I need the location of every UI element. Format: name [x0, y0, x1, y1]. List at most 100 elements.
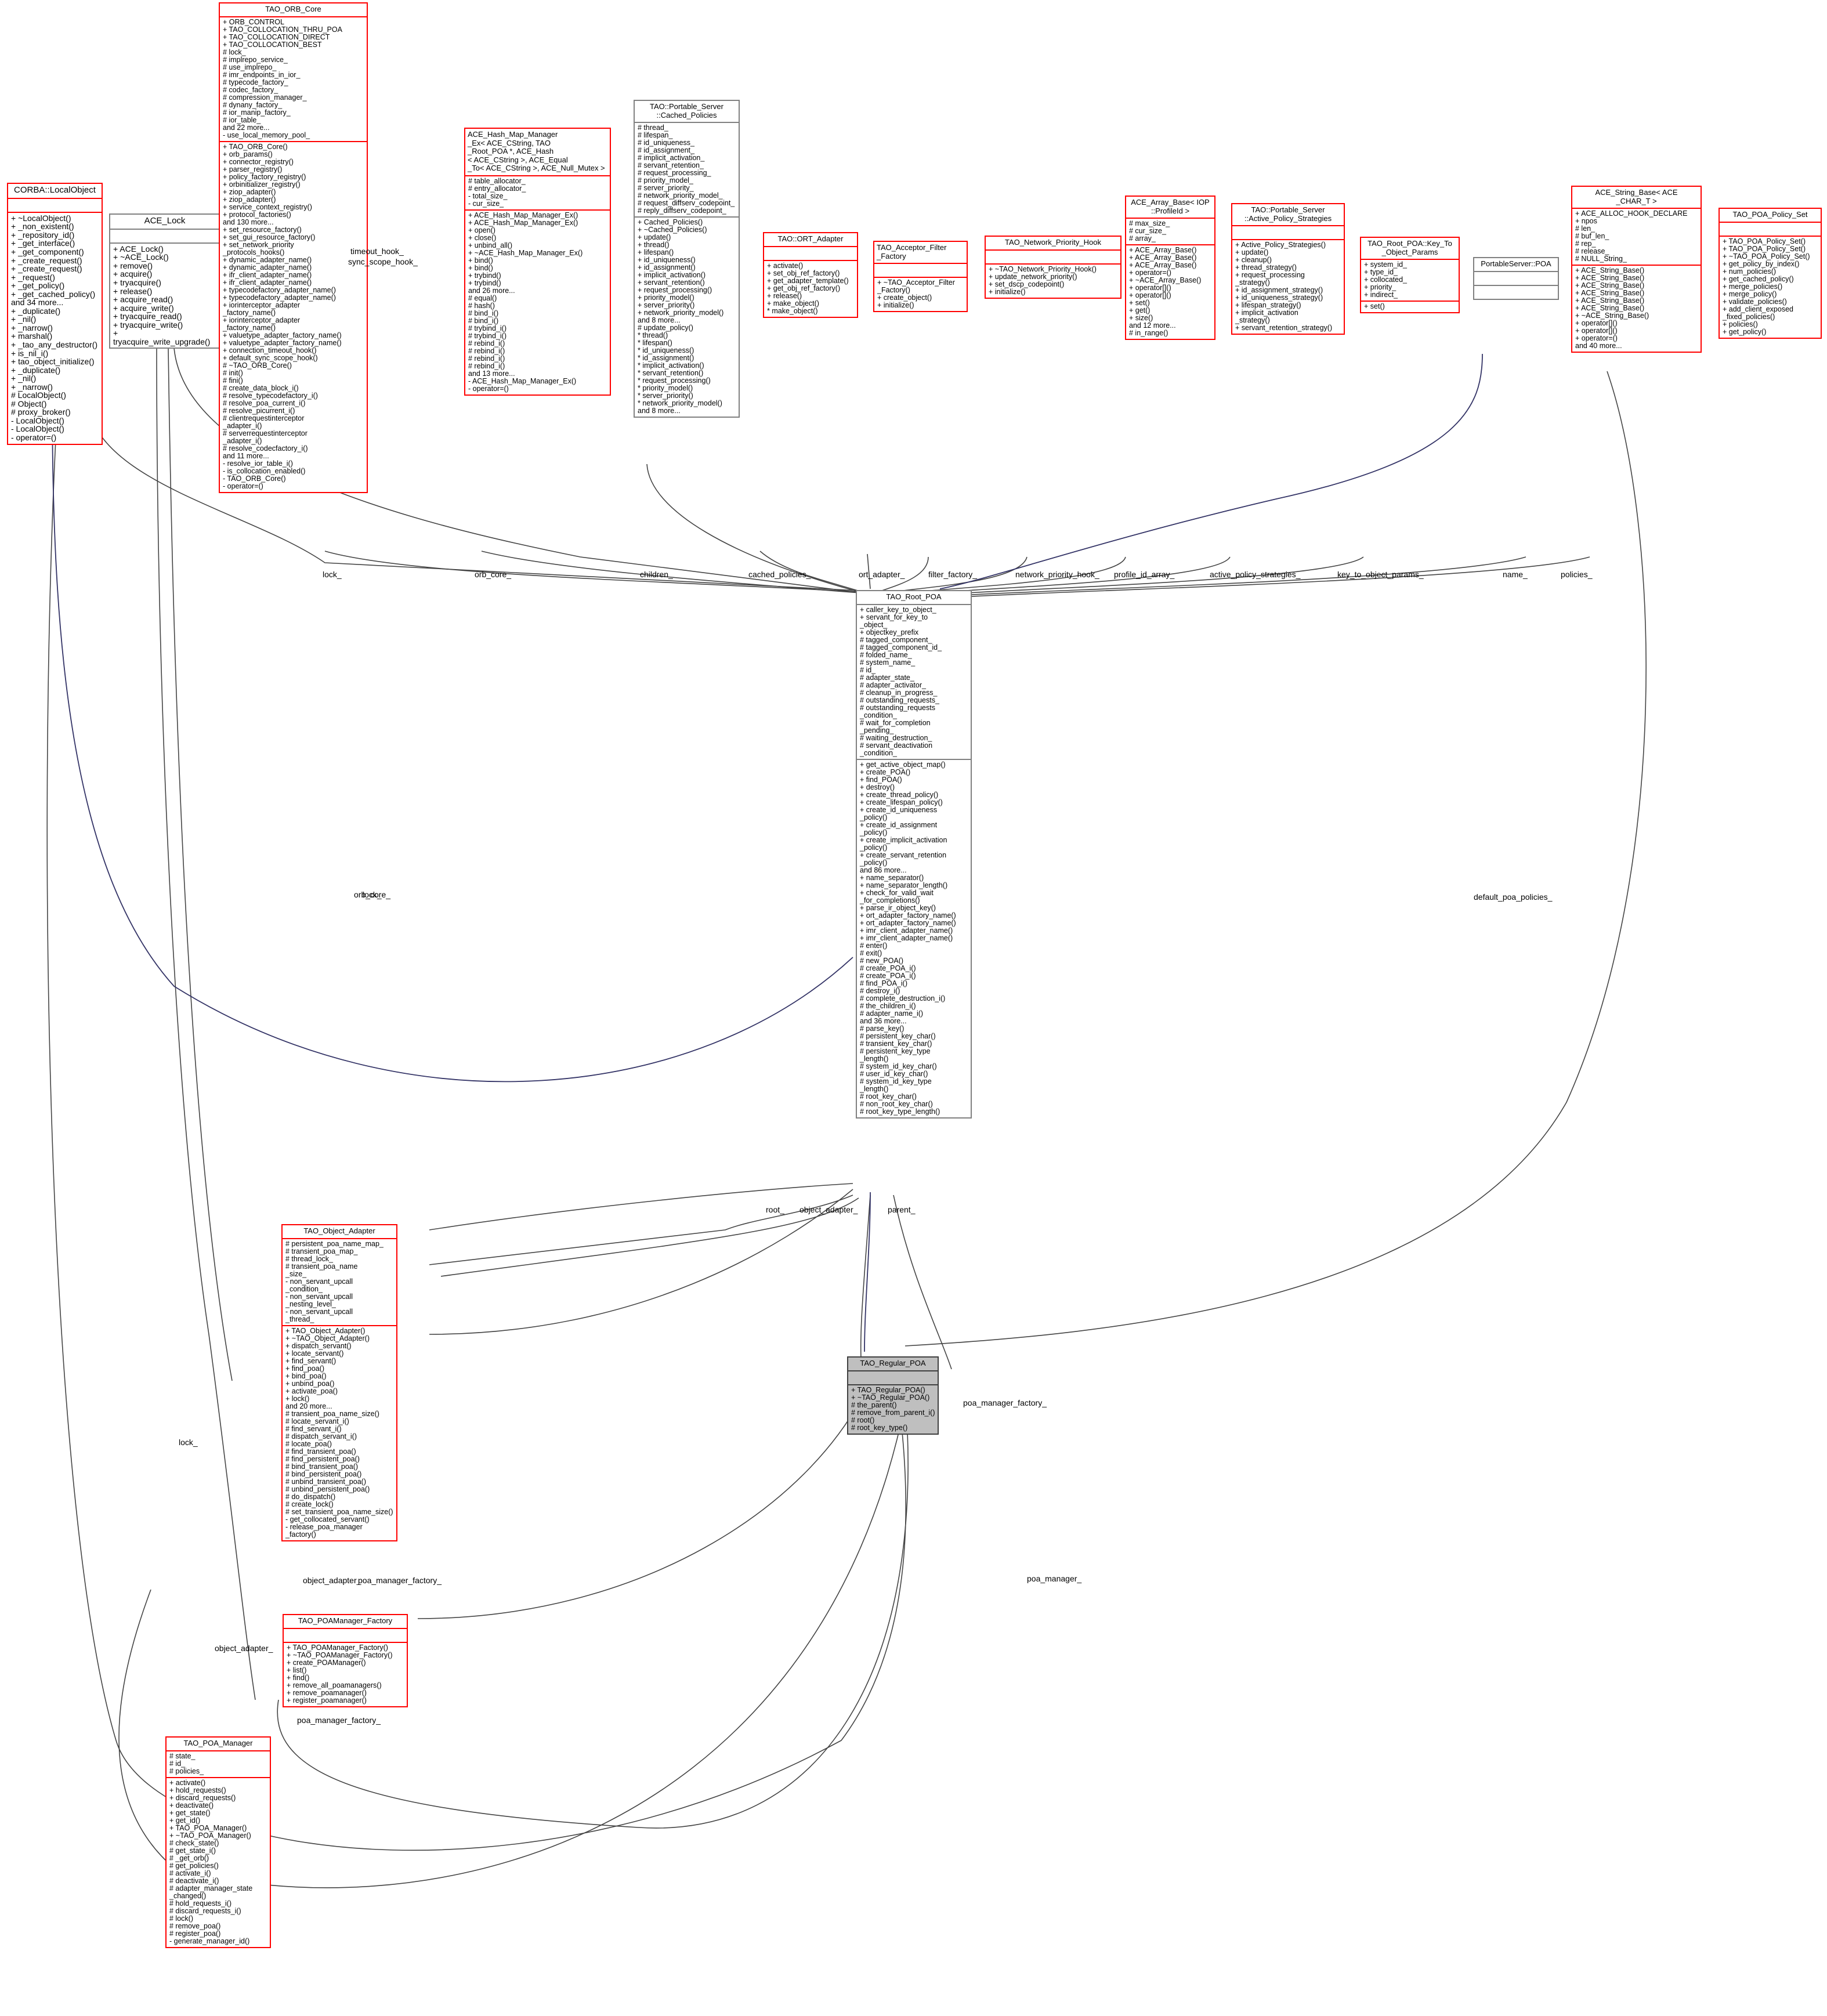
member-line: + merge_policies()	[1723, 282, 1783, 291]
member-line: + ziop_adapter()	[223, 187, 276, 196]
member-line: and 36 more...	[860, 1016, 907, 1025]
class-node-network-priority-hook[interactable]: TAO_Network_Priority_Hook + ~TAO_Network…	[985, 236, 1121, 299]
member-line: + orbinitializer_registry()	[223, 180, 301, 189]
member-line: + _request()	[11, 272, 55, 282]
edge-label: object_adapter_	[215, 1644, 273, 1653]
class-node-ort-adapter[interactable]: TAO::ORT_Adapter + activate() + set_obj_r…	[763, 232, 858, 318]
class-node-tao-regular-poa[interactable]: TAO_Regular_POA + TAO_Regular_POA() + ~TA…	[847, 1356, 939, 1435]
class-node-ace-lock[interactable]: ACE_Lock + ACE_Lock() + ~ACE_Lock() + remo…	[109, 213, 220, 349]
member-line: + TAO_POA_Manager()	[169, 1823, 247, 1832]
member-line: + connection_timeout_hook()	[223, 346, 317, 354]
member-line: + ort_adapter_factory_name()	[860, 918, 956, 927]
edge-label: default_poa_policies_	[1474, 892, 1553, 902]
member-line: + ifr_client_adapter_name()	[223, 270, 312, 279]
class-node-poa-manager[interactable]: TAO_POA_Manager # state_ # id_ # policies_…	[165, 1736, 271, 1948]
class-node-object-adapter[interactable]: TAO_Object_Adapter # persistent_poa_name…	[281, 1224, 397, 1541]
member-line: + activate()	[767, 261, 804, 270]
edge-label: orb_core_	[354, 890, 391, 899]
member-line: - use_local_memory_pool_	[223, 131, 310, 139]
operations-compartment: + set()	[1361, 302, 1459, 312]
member-line: # thread_lock_	[285, 1254, 334, 1263]
member-line: # dynany_factory_	[223, 100, 283, 109]
member-line: and 8 more...	[638, 407, 681, 415]
member-line: # typecode_factory_	[223, 78, 288, 86]
operations-compartment: + ~LocalObject() + _non_existent() + _repo…	[8, 213, 102, 444]
member-line: # init()	[223, 368, 243, 377]
class-node-cached-policies[interactable]: TAO::Portable_Server ::Cached_Policies #…	[634, 100, 740, 418]
class-node-ace-array-base[interactable]: ACE_Array_Base< IOP ::ProfileId > # max_…	[1125, 196, 1215, 341]
member-line: + register_poamanager()	[287, 1696, 367, 1704]
edge-label: orb_core_	[475, 570, 512, 579]
member-line: # find_persistent_poa()	[285, 1454, 360, 1463]
member-line: + imr_client_adapter_name()	[860, 933, 953, 942]
class-node-active-policy-strategies[interactable]: TAO::Portable_Server ::Active_Policy_Str…	[1231, 203, 1345, 335]
member-line: # trybind_i()	[468, 324, 507, 332]
class-node-portableserver-poa[interactable]: PortableServer::POA	[1473, 257, 1559, 300]
class-title: TAO_POA_Manager	[183, 1739, 253, 1747]
member-line: # adapter_state_	[860, 673, 914, 682]
member-line: # non_root_key_char()	[860, 1099, 933, 1108]
class-node-poamanager-factory[interactable]: TAO_POAManager_Factory + TAO_POAManager_…	[283, 1614, 408, 1707]
class-title: TAO_Root_POA	[886, 592, 942, 601]
member-line: # persistent_key_type _length()	[860, 1047, 931, 1063]
class-title: ACE_String_Base< ACE _CHAR_T >	[1595, 188, 1678, 205]
member-line: + servant_retention_strategy()	[1235, 324, 1333, 332]
member-line: + ~TAO_Object_Adapter()	[285, 1334, 370, 1342]
member-line: + dynamic_adapter_name()	[223, 255, 312, 264]
class-node-key-to-object-params[interactable]: TAO_Root_POA::Key_To _Object_Params + sy…	[1360, 237, 1460, 314]
member-line: # id_	[169, 1759, 186, 1768]
member-line: # hash()	[468, 301, 495, 310]
member-line: # user_id_key_char()	[860, 1069, 928, 1078]
member-line: + remove()	[113, 260, 153, 270]
member-line: # bind_persistent_poa()	[285, 1470, 362, 1478]
member-line: + create_servant_retention _policy()	[860, 850, 947, 867]
member-line: # clientrequestinterceptor _adapter_i()	[223, 414, 305, 430]
member-line: + ziop_adapter()	[223, 195, 276, 204]
class-node-ace-string-base[interactable]: ACE_String_Base< ACE _CHAR_T > + ACE_ALL…	[1571, 186, 1702, 353]
member-line: + ACE_Lock()	[113, 244, 164, 254]
member-line: + find_poa()	[285, 1364, 325, 1373]
member-line: # lock_	[223, 48, 246, 56]
member-line: # rebind_i()	[468, 361, 505, 370]
class-node-corba-localobject[interactable]: CORBA::LocalObject + ~LocalObject() + _no…	[7, 183, 103, 445]
edge-label: object_adapter_	[799, 1205, 858, 1214]
member-line: # create_POA_i()	[860, 964, 916, 972]
member-line: + make_object()	[767, 299, 819, 307]
member-line: + name_separator()	[860, 873, 924, 882]
member-line: + create_id_uniqueness _policy()	[860, 805, 938, 821]
member-line: + create_lifespan_policy()	[860, 798, 943, 806]
member-line: + TAO_COLLOCATION_THRU_POA	[223, 25, 342, 34]
class-node-ace-hash-map-manager[interactable]: ACE_Hash_Map_Manager _Ex< ACE_CString, T…	[464, 128, 611, 396]
member-line: + set_network_priority _protocols_hooks(…	[223, 240, 294, 256]
edge-label: profile_id_array_	[1114, 570, 1175, 579]
member-line: - non_servant_upcall _thread_	[285, 1307, 353, 1323]
member-line: + tryacquire()	[113, 277, 161, 287]
member-line: - ACE_Hash_Map_Manager_Ex()	[468, 377, 577, 385]
class-title: TAO_Acceptor_Filter _Factory	[877, 243, 947, 260]
member-line: # ior_manip_factory_	[223, 108, 291, 117]
member-line: + bind()	[468, 256, 493, 265]
edge-label: sync_scope_hook_	[348, 257, 418, 266]
member-line: + create_implicit_activation _policy()	[860, 835, 947, 852]
member-line: + update_network_priority()	[989, 272, 1077, 281]
class-node-tao-root-poa[interactable]: TAO_Root_POA + caller_key_to_object_ + se…	[856, 590, 972, 1119]
member-line: # entry_allocator_	[468, 184, 526, 193]
member-line: # parse_key()	[860, 1024, 905, 1033]
member-line: - LocalObject()	[11, 424, 64, 434]
class-node-poa-policy-set[interactable]: TAO_POA_Policy_Set + TAO_POA_Policy_Set(…	[1719, 208, 1822, 339]
member-line: + marshal()	[11, 331, 53, 341]
member-line: # transient_key_char()	[860, 1039, 932, 1048]
class-node-tao-orb-core[interactable]: TAO_ORB_Core + ORB_CONTROL + TAO_COLLOCAT…	[219, 2, 368, 493]
member-line: # register_poa()	[169, 1929, 221, 1938]
member-line: + ~LocalObject()	[11, 213, 71, 223]
member-line: + _tao_any_destructor()	[11, 340, 98, 349]
attributes-compartment: # state_ # id_ # policies_	[167, 1751, 270, 1777]
member-line: + set_resource_factory()	[223, 225, 302, 234]
class-node-acceptor-filter-factory[interactable]: TAO_Acceptor_Filter _Factory + ~TAO_Acce…	[873, 241, 968, 313]
member-line: + ~TAO_POAManager_Factory()	[287, 1651, 393, 1659]
member-line: + lock()	[285, 1394, 310, 1403]
member-line: + get_policy_by_index()	[1723, 259, 1800, 268]
member-line: # unbind_persistent_poa()	[285, 1485, 370, 1493]
member-line: + TAO_POA_Policy_Set()	[1723, 237, 1806, 245]
member-line: + dispatch_servant()	[285, 1341, 352, 1350]
